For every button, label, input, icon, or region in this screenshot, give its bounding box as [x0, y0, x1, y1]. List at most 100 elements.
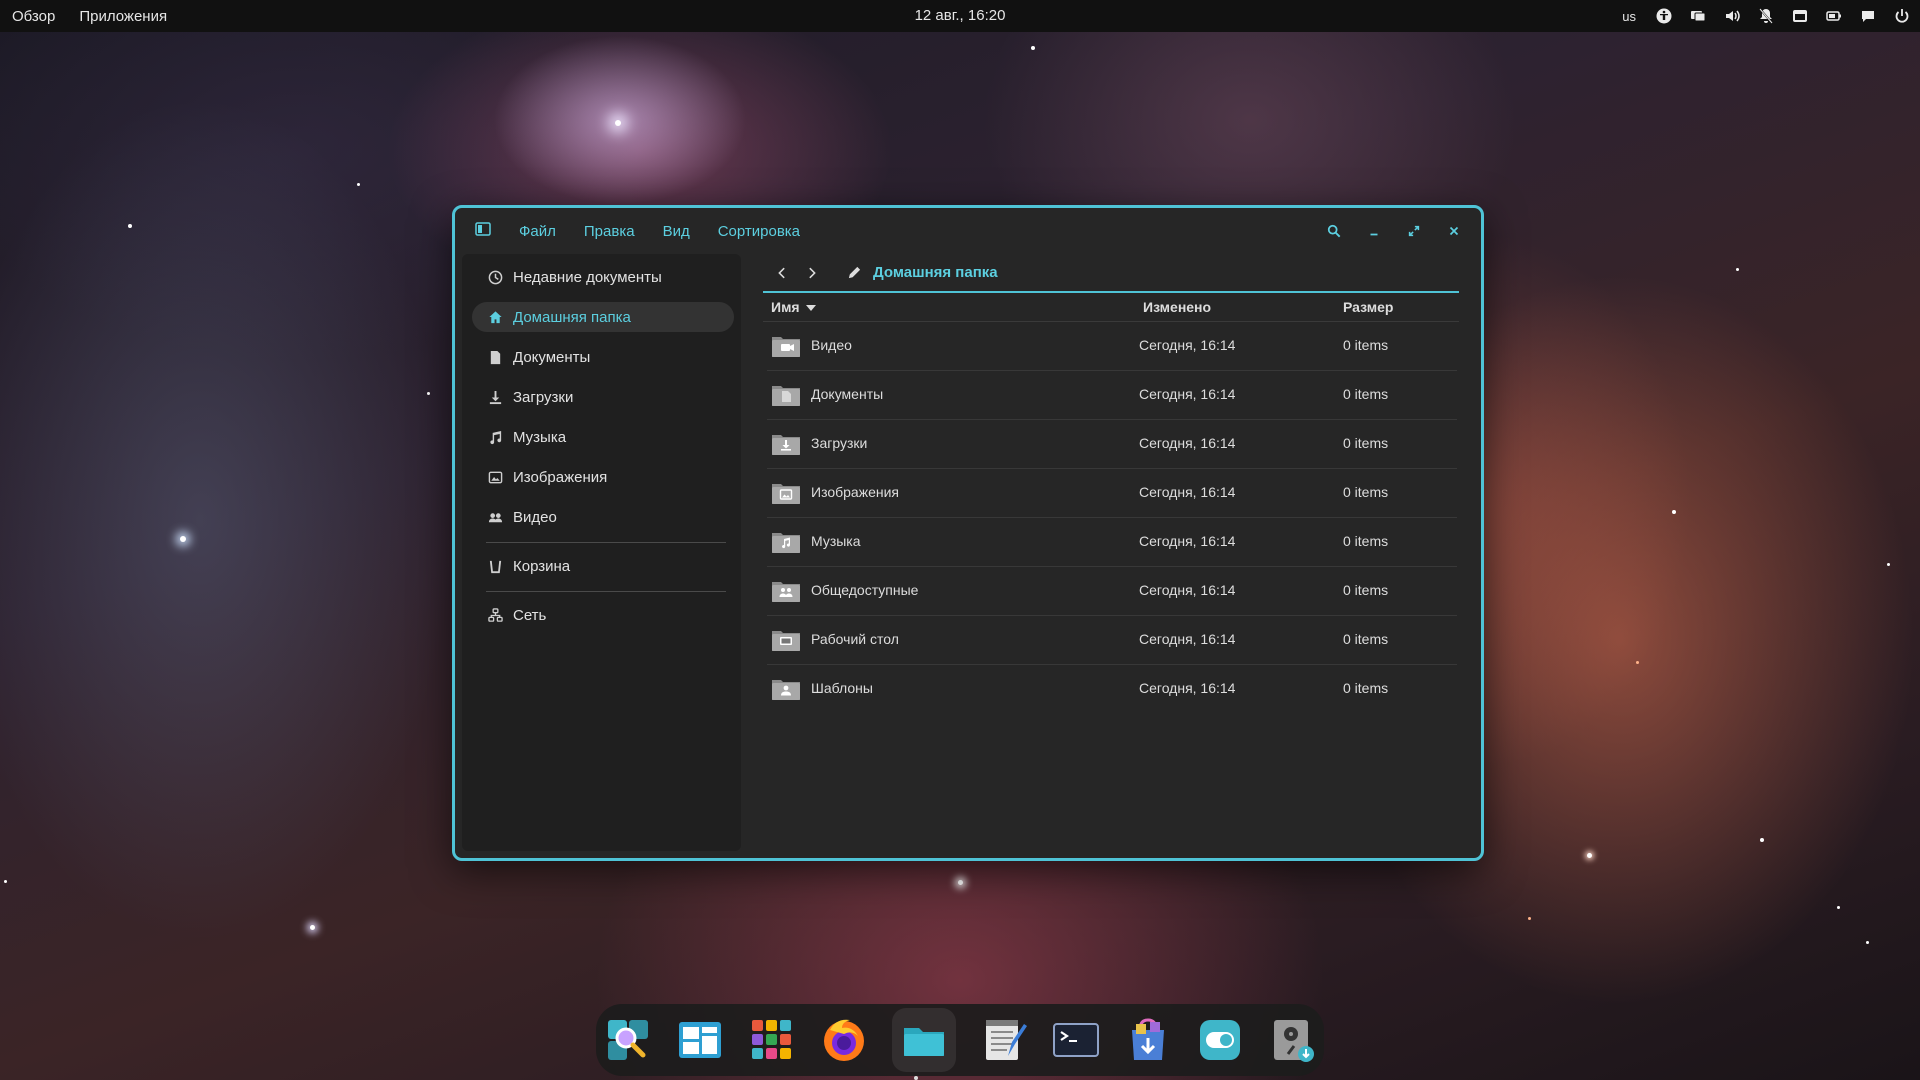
sidebar-item-network[interactable]: Сеть	[472, 600, 734, 630]
table-row[interactable]: Изображения Сегодня, 16:14 0 items	[767, 469, 1457, 518]
app-grid-icon[interactable]	[748, 1016, 796, 1064]
sidebar-item-video[interactable]: Видео	[472, 502, 734, 532]
file-modified: Сегодня, 16:14	[1139, 680, 1236, 696]
file-modified: Сегодня, 16:14	[1139, 533, 1236, 549]
download-icon	[489, 390, 502, 404]
menu-file[interactable]: Файл	[519, 223, 556, 240]
sidebar-item-trash[interactable]: Корзина	[472, 551, 734, 581]
menu-view[interactable]: Вид	[663, 223, 690, 240]
notifications-off-icon[interactable]	[1756, 6, 1776, 26]
menu-edit[interactable]: Правка	[584, 223, 635, 240]
table-row[interactable]: Музыка Сегодня, 16:14 0 items	[767, 518, 1457, 567]
file-modified: Сегодня, 16:14	[1139, 631, 1236, 647]
table-row[interactable]: Загрузки Сегодня, 16:14 0 items	[767, 420, 1457, 469]
clock-icon	[488, 270, 503, 284]
table-row[interactable]: Шаблоны Сегодня, 16:14 0 items	[767, 665, 1457, 713]
settings-toggle-icon[interactable]	[1196, 1016, 1244, 1064]
sidebar-item-recent[interactable]: Недавние документы	[472, 262, 734, 292]
column-size[interactable]: Размер	[1343, 299, 1393, 315]
column-name-label: Имя	[771, 299, 800, 315]
documents-folder-icon	[772, 386, 800, 406]
home-icon	[489, 310, 502, 323]
file-name: Загрузки	[811, 435, 868, 451]
video-icon	[488, 512, 503, 522]
sidebar-divider	[486, 591, 726, 592]
sidebar-item-label: Документы	[513, 348, 591, 366]
file-size: 0 items	[1343, 582, 1389, 598]
calendar-icon[interactable]	[1790, 6, 1810, 26]
table-row[interactable]: Документы Сегодня, 16:14 0 items	[767, 371, 1457, 420]
search-icon[interactable]	[1325, 222, 1343, 240]
downloads-folder-icon	[772, 435, 800, 455]
text-editor-icon[interactable]	[980, 1016, 1028, 1064]
file-modified: Сегодня, 16:14	[1139, 337, 1236, 353]
table-row[interactable]: Видео Сегодня, 16:14 0 items	[767, 322, 1457, 371]
sidebar-item-images[interactable]: Изображения	[472, 462, 734, 492]
file-size: 0 items	[1343, 484, 1389, 500]
maximize-icon[interactable]	[1405, 222, 1423, 240]
top-bar: Обзор Приложения 12 авг., 16:20 us	[0, 0, 1920, 32]
sidebar-item-label: Корзина	[513, 557, 571, 575]
volume-icon[interactable]	[1722, 6, 1742, 26]
column-name[interactable]: Имя	[771, 299, 816, 315]
file-modified: Сегодня, 16:14	[1139, 435, 1236, 451]
image-icon	[488, 471, 503, 483]
disk-utility-icon[interactable]	[1268, 1016, 1316, 1064]
edit-path-icon[interactable]	[845, 264, 863, 282]
video-folder-icon	[772, 337, 800, 357]
accessibility-icon[interactable]	[1654, 6, 1674, 26]
firefox-icon[interactable]	[820, 1016, 868, 1064]
sidebar-item-downloads[interactable]: Загрузки	[472, 382, 734, 412]
current-path[interactable]: Домашняя папка	[873, 264, 998, 281]
terminal-icon[interactable]	[1052, 1016, 1100, 1064]
system-tray[interactable]: us	[1622, 0, 1912, 32]
document-icon	[490, 350, 501, 364]
sidebar-item-label: Загрузки	[513, 388, 574, 406]
display-icon[interactable]	[1688, 6, 1708, 26]
keyboard-layout[interactable]: us	[1622, 9, 1636, 24]
sidebar-divider	[486, 542, 726, 543]
file-name: Музыка	[811, 533, 861, 549]
sidebar-item-music[interactable]: Музыка	[472, 422, 734, 452]
sidebar-toggle-icon[interactable]	[475, 221, 491, 241]
file-size: 0 items	[1343, 435, 1389, 451]
file-name: Общедоступные	[811, 582, 919, 598]
column-header: Имя Изменено Размер	[763, 293, 1459, 322]
chat-icon[interactable]	[1858, 6, 1878, 26]
table-row[interactable]: Рабочий стол Сегодня, 16:14 0 items	[767, 616, 1457, 665]
sidebar-item-label: Изображения	[513, 468, 608, 486]
sidebar-item-documents[interactable]: Документы	[472, 342, 734, 372]
network-icon	[488, 607, 503, 622]
back-icon[interactable]	[771, 262, 793, 284]
minimize-icon[interactable]	[1365, 222, 1383, 240]
file-manager-window: Файл Правка Вид Сортировка Недавние доку…	[452, 205, 1484, 861]
table-row[interactable]: Общедоступные Сегодня, 16:14 0 items	[767, 567, 1457, 616]
file-name: Шаблоны	[811, 680, 873, 696]
file-list-pane: Домашняя папка Имя Изменено Размер Видео…	[763, 254, 1459, 851]
sidebar-item-label: Видео	[513, 508, 557, 526]
forward-icon[interactable]	[801, 262, 823, 284]
templates-folder-icon	[772, 680, 800, 700]
file-modified: Сегодня, 16:14	[1139, 386, 1236, 402]
music-icon	[490, 430, 502, 444]
dock	[596, 1004, 1324, 1080]
column-modified[interactable]: Изменено	[1143, 299, 1211, 315]
file-size: 0 items	[1343, 680, 1389, 696]
sidebar-item-home[interactable]: Домашняя папка	[472, 302, 734, 332]
public-folder-icon	[772, 582, 800, 602]
file-size: 0 items	[1343, 337, 1389, 353]
sidebar-item-label: Недавние документы	[513, 268, 662, 286]
sidebar-item-label: Музыка	[513, 428, 567, 446]
software-installer-icon[interactable]	[1124, 1016, 1172, 1064]
file-modified: Сегодня, 16:14	[1139, 484, 1236, 500]
file-size: 0 items	[1343, 533, 1389, 549]
search-app-icon[interactable]	[604, 1016, 652, 1064]
path-bar: Домашняя папка	[763, 254, 1459, 293]
battery-icon[interactable]	[1824, 6, 1844, 26]
power-icon[interactable]	[1892, 6, 1912, 26]
layout-app-icon[interactable]	[676, 1016, 724, 1064]
sidebar-item-label: Сеть	[513, 606, 547, 624]
files-icon[interactable]	[892, 1008, 956, 1080]
close-icon[interactable]	[1445, 222, 1463, 240]
menu-sort[interactable]: Сортировка	[718, 223, 800, 240]
